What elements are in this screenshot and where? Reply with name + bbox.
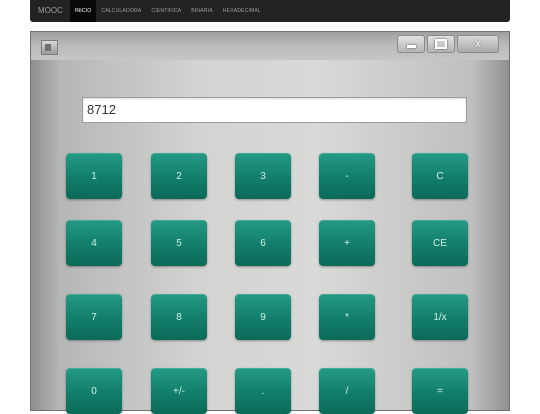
key-3[interactable]: 3 <box>235 153 291 199</box>
key-subtract[interactable]: - <box>319 153 375 199</box>
minimize-icon <box>406 44 416 48</box>
title-bar[interactable]: X <box>31 32 509 60</box>
maximize-button[interactable] <box>427 35 455 53</box>
close-icon: X <box>474 39 481 49</box>
key-equals[interactable]: = <box>412 368 468 414</box>
key-6[interactable]: 6 <box>235 220 291 266</box>
maximize-icon <box>435 39 447 49</box>
key-1[interactable]: 1 <box>66 153 122 199</box>
nav-binaria[interactable]: BINARIA <box>186 0 217 22</box>
close-button[interactable]: X <box>457 35 499 53</box>
key-2[interactable]: 2 <box>151 153 207 199</box>
nav-cientifica[interactable]: CIENTIFICA <box>146 0 186 22</box>
key-negate[interactable]: +/- <box>151 368 207 414</box>
nav-hexadecimal[interactable]: HEXADECIMAL <box>218 0 266 22</box>
key-divide[interactable]: / <box>319 368 375 414</box>
display-field[interactable]: 8712 <box>82 97 467 123</box>
key-decimal[interactable]: . <box>235 368 291 414</box>
key-5[interactable]: 5 <box>151 220 207 266</box>
key-4[interactable]: 4 <box>66 220 122 266</box>
key-clear-entry[interactable]: CE <box>412 220 468 266</box>
brand-link[interactable]: MOOC <box>30 0 70 22</box>
window-controls: X <box>395 35 499 53</box>
key-0[interactable]: 0 <box>66 368 122 414</box>
key-multiply[interactable]: * <box>319 294 375 340</box>
key-7[interactable]: 7 <box>66 294 122 340</box>
minimize-button[interactable] <box>397 35 425 53</box>
key-reciprocal[interactable]: 1/x <box>412 294 468 340</box>
key-9[interactable]: 9 <box>235 294 291 340</box>
key-clear[interactable]: C <box>412 153 468 199</box>
nav-calculadora[interactable]: CALCULADORA <box>96 0 146 22</box>
key-8[interactable]: 8 <box>151 294 207 340</box>
nav-inicio[interactable]: INICIO <box>69 0 97 22</box>
key-add[interactable]: + <box>319 220 375 266</box>
top-navbar: MOOC INICIO CALCULADORA CIENTIFICA BINAR… <box>30 0 510 22</box>
app-icon <box>41 40 58 55</box>
calculator-window: X 8712 1 2 3 - C 4 5 6 + CE 7 8 9 * 1/x … <box>30 31 510 414</box>
